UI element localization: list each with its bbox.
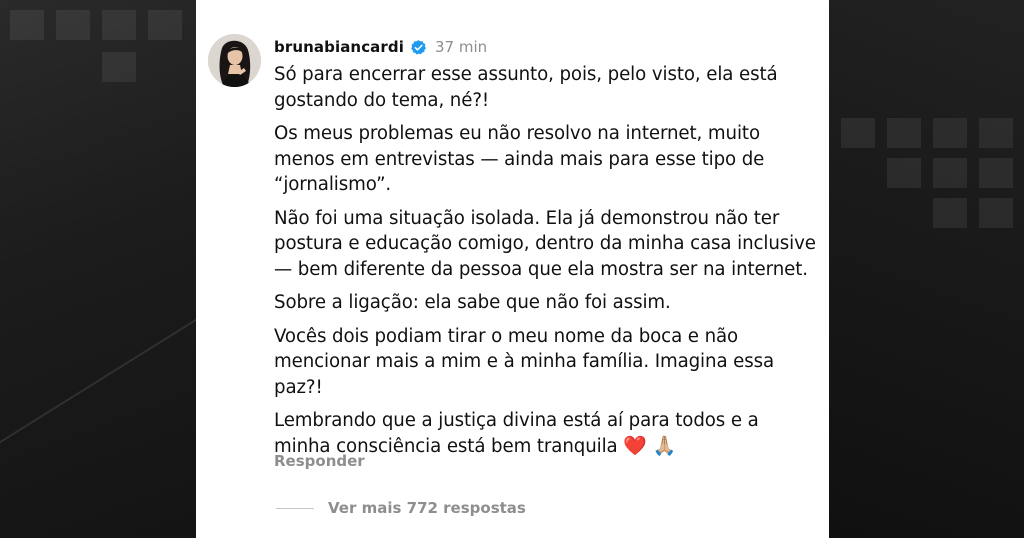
comment-paragraph: Não foi uma situação isolada. Ela já dem… (274, 207, 816, 280)
backdrop-tile (979, 118, 1013, 148)
verified-badge-icon (410, 39, 427, 56)
backdrop-tile (102, 10, 136, 40)
backdrop-tile (979, 158, 1013, 188)
backdrop-tile (841, 118, 875, 148)
backdrop-left (0, 0, 196, 538)
comment-header: brunabiancardi 37 min (274, 37, 487, 57)
backdrop-stripe (0, 270, 196, 452)
username[interactable]: brunabiancardi (274, 38, 404, 56)
backdrop-tile (887, 118, 921, 148)
view-more-replies-button[interactable]: Ver mais 772 respostas (276, 498, 526, 518)
comment-paragraph-text: Lembrando que a justiça divina está aí p… (274, 410, 759, 457)
backdrop-tile (102, 52, 136, 82)
heart-pray-emoji-icon: ❤️ 🙏🏼 (623, 434, 677, 457)
comment-paragraph: Os meus problemas eu não resolvo na inte… (274, 123, 765, 195)
comment-timestamp: 37 min (434, 38, 488, 56)
view-more-replies-label: Ver mais 772 respostas (328, 499, 526, 517)
comment-text: Só para encerrar esse assunto, pois, pel… (274, 62, 819, 467)
profile-photo-icon (208, 34, 261, 87)
reply-button[interactable]: Responder (274, 452, 365, 470)
comment-paragraph: Vocês dois podiam tirar o meu nome da bo… (274, 325, 775, 398)
comment-card: brunabiancardi 37 min Só para encerrar e… (196, 0, 829, 538)
comment-paragraph: Sobre a ligação: ela sabe que não foi as… (274, 292, 671, 313)
backdrop-tile (887, 158, 921, 188)
backdrop-right (829, 0, 1024, 538)
comment-paragraph: Só para encerrar esse assunto, pois, pel… (274, 64, 778, 111)
backdrop-tile (979, 198, 1013, 228)
view-more-divider (276, 507, 314, 509)
backdrop-tile (56, 10, 90, 40)
backdrop-tile (933, 118, 967, 148)
backdrop-tile (933, 198, 967, 228)
avatar[interactable] (208, 34, 261, 87)
backdrop-tile (10, 10, 44, 40)
backdrop-tile (933, 158, 967, 188)
backdrop-tile (148, 10, 182, 40)
